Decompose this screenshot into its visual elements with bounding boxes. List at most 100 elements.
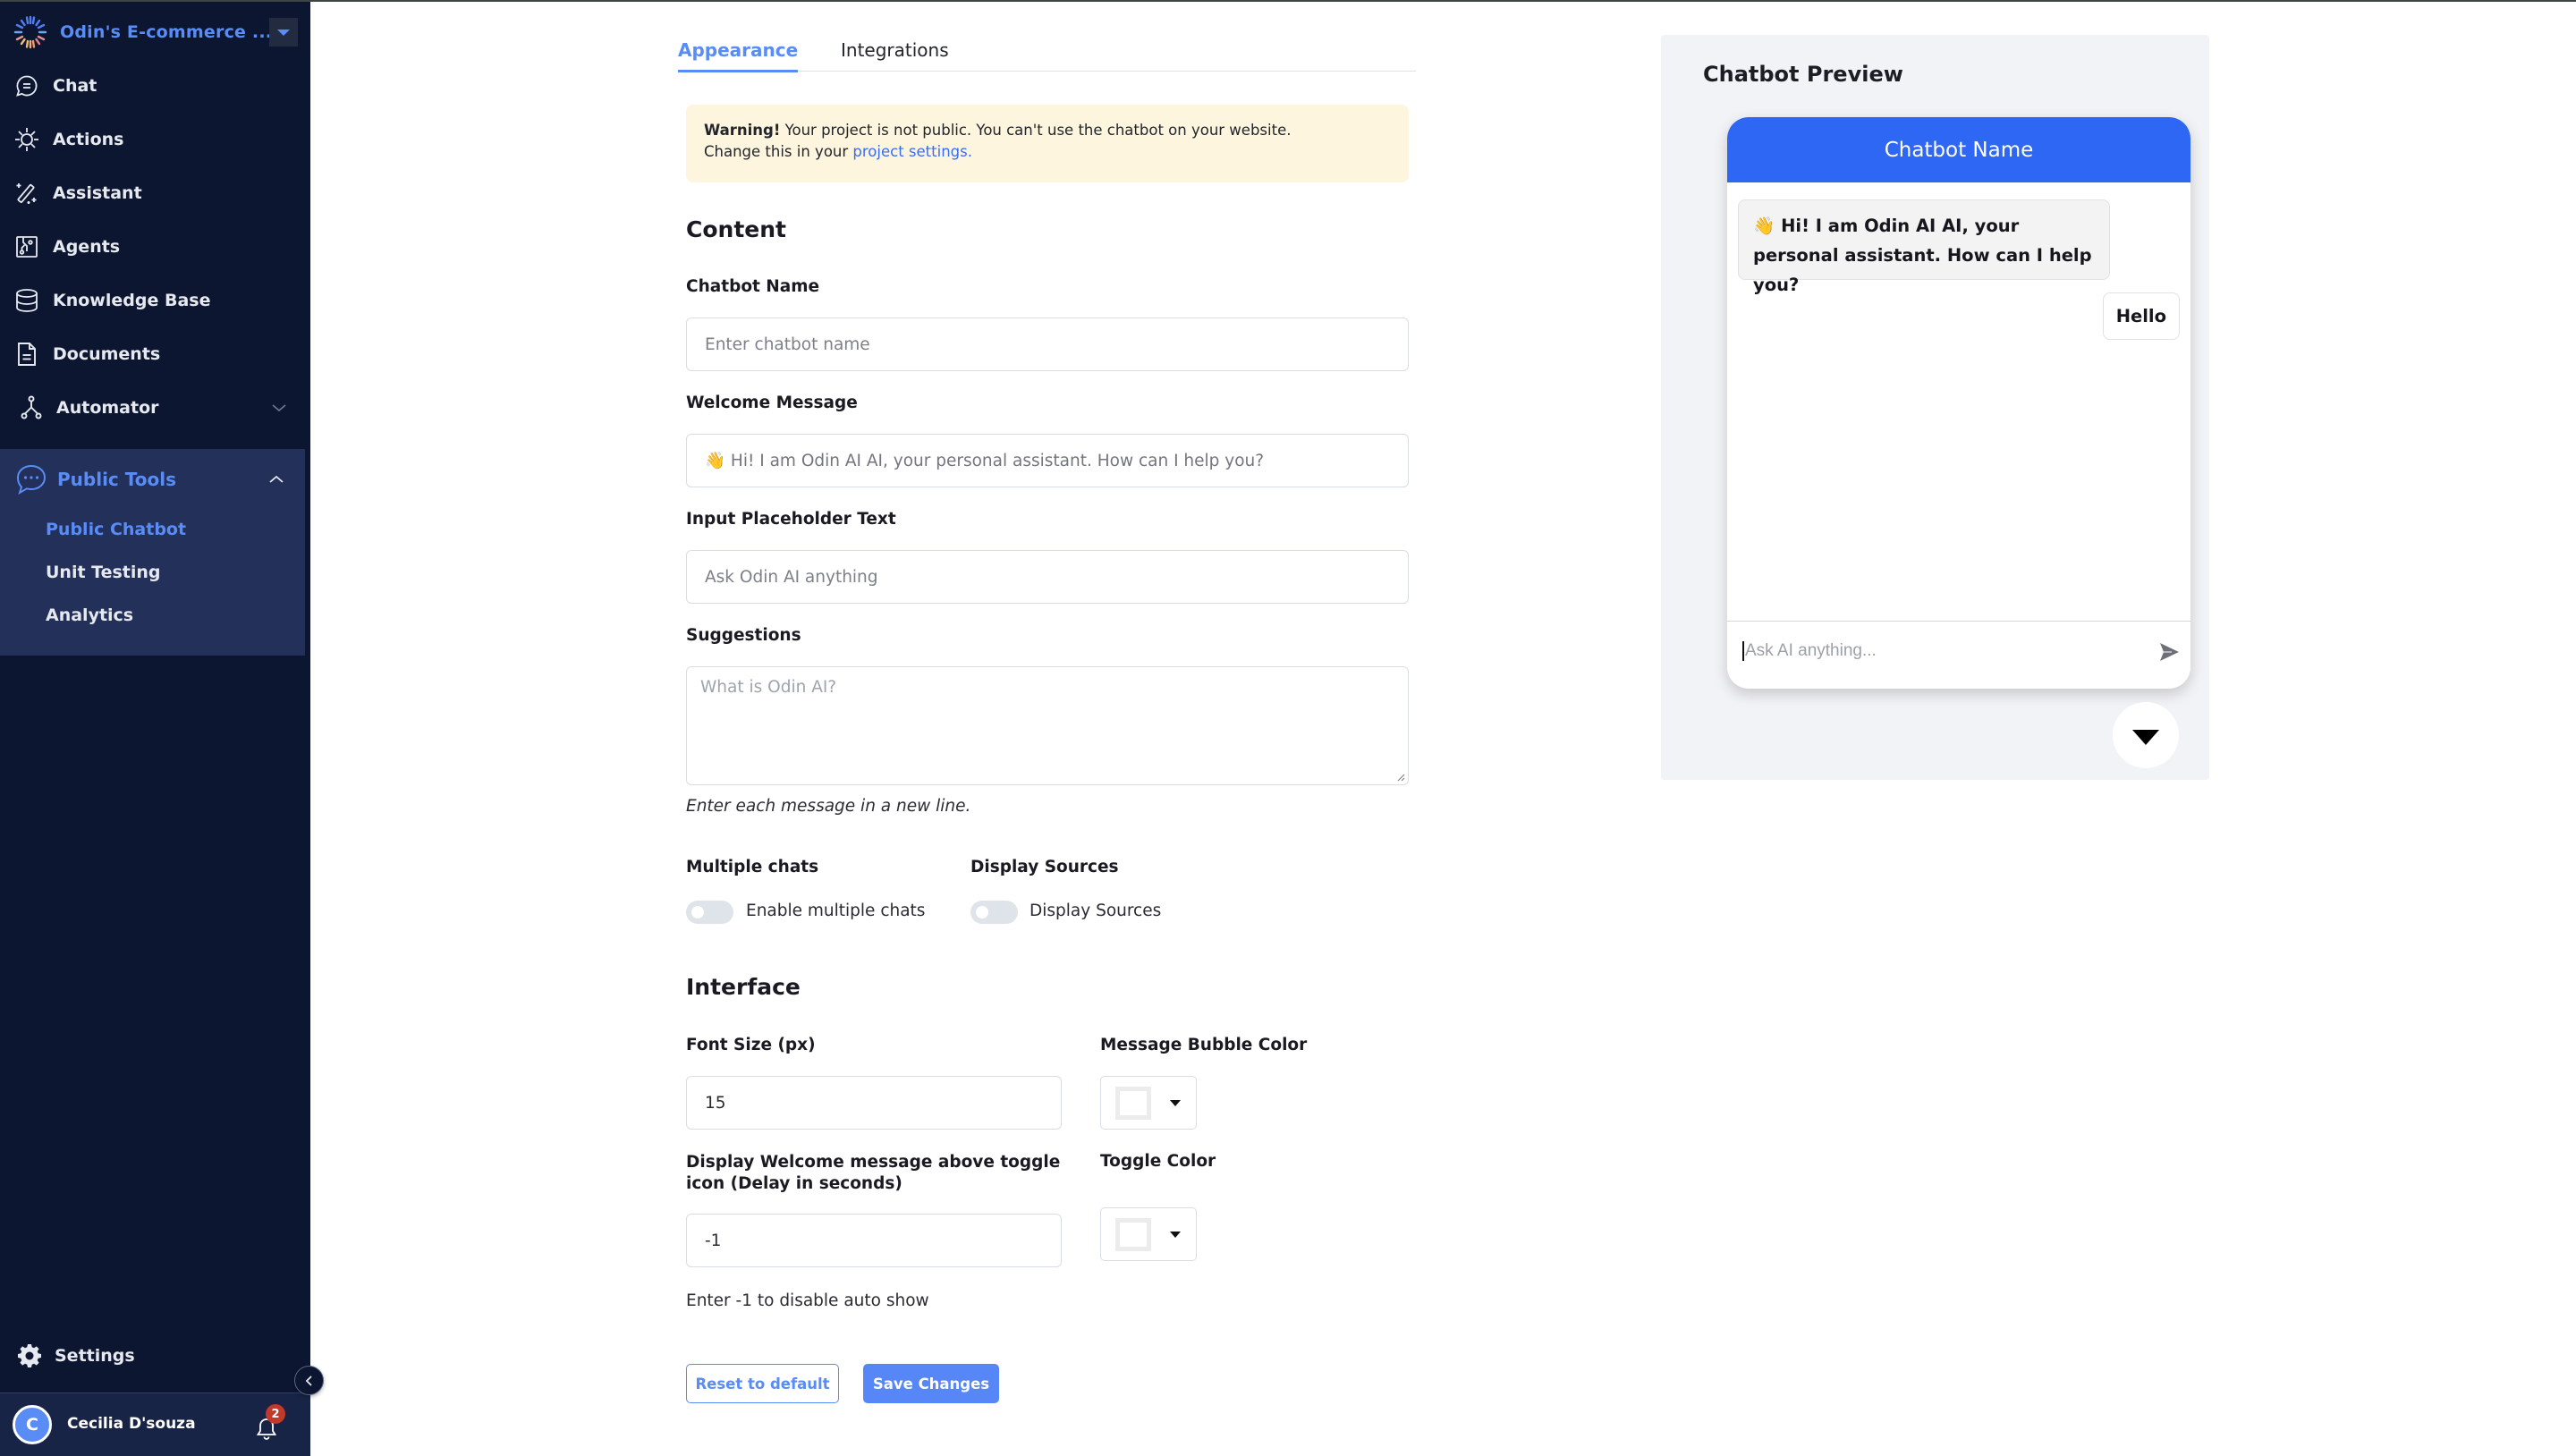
- display-sources-toggle-label: Display Sources: [1030, 902, 1162, 920]
- bot-message: 👋 Hi! I am Odin AI AI, your personal ass…: [1738, 199, 2110, 295]
- caret-down-icon: [277, 29, 290, 36]
- flow-branch-icon: [18, 394, 45, 421]
- sidebar-item-knowledge-base[interactable]: Knowledge Base: [0, 279, 310, 322]
- notification-badge: 2: [266, 1404, 285, 1424]
- sidebar: Odin's E-commerce ... Chat Actions Assis…: [0, 2, 310, 1456]
- sidebar-item-label: Agents: [53, 237, 121, 257]
- chat-window: Chatbot Name 👋 Hi! I am Odin AI AI, your…: [1727, 117, 2190, 689]
- suggestions-hint: Enter each message in a new line.: [686, 797, 971, 816]
- chatbot-name-input[interactable]: Enter chatbot name: [686, 317, 1409, 371]
- multiple-chats-toggle-label: Enable multiple chats: [746, 902, 926, 920]
- send-icon[interactable]: [2157, 639, 2182, 665]
- sidebar-subitem-public-chatbot[interactable]: Public Chatbot: [46, 520, 186, 539]
- sidebar-item-automator[interactable]: Automator: [0, 386, 310, 429]
- welcome-delay-label: Display Welcome message above toggle ico…: [686, 1153, 1061, 1193]
- public-tools-section: Public Tools Public Chatbot Unit Testing…: [0, 449, 305, 656]
- input-placeholder-label: Input Placeholder Text: [686, 510, 896, 529]
- multiple-chats-label: Multiple chats: [686, 858, 819, 876]
- sidebar-item-settings[interactable]: Settings: [0, 1334, 310, 1377]
- sidebar-subitem-unit-testing[interactable]: Unit Testing: [46, 563, 161, 582]
- chat-input-placeholder: Ask AI anything...: [1745, 641, 1877, 660]
- sidebar-item-label: Automator: [56, 398, 159, 418]
- sidebar-item-documents[interactable]: Documents: [0, 333, 310, 376]
- sidebar-item-label: Chat: [53, 76, 97, 96]
- sidebar-item-chat[interactable]: Chat: [0, 64, 310, 107]
- suggestions-textarea[interactable]: What is Odin AI?: [686, 666, 1409, 785]
- chat-header: Chatbot Name: [1727, 117, 2190, 182]
- toggle-color-picker[interactable]: [1100, 1207, 1197, 1261]
- sidebar-item-actions[interactable]: Actions: [0, 118, 310, 161]
- content-heading: Content: [686, 216, 786, 242]
- sidebar-item-label: Assistant: [53, 183, 142, 203]
- collapse-sidebar-button[interactable]: [294, 1366, 324, 1395]
- tab-bar: Appearance Integrations: [678, 36, 1416, 72]
- suggestions-label: Suggestions: [686, 626, 801, 645]
- project-switcher[interactable]: Odin's E-commerce ...: [11, 13, 301, 52]
- sidebar-item-agents[interactable]: Agents: [0, 225, 310, 268]
- warning-text-line2: Change this in your: [704, 143, 853, 160]
- reset-to-default-button[interactable]: Reset to default: [686, 1364, 839, 1403]
- chatbot-name-label: Chatbot Name: [686, 277, 820, 296]
- odin-logo-icon: [13, 15, 47, 49]
- chat-bubble-icon: [13, 72, 40, 99]
- suggestions-placeholder: What is Odin AI?: [700, 678, 837, 697]
- chat-input[interactable]: Ask AI anything...: [1727, 621, 2190, 689]
- font-size-label: Font Size (px): [686, 1036, 816, 1054]
- sidebar-item-public-tools[interactable]: Public Tools: [0, 456, 305, 503]
- database-icon: [13, 287, 40, 314]
- chevron-left-icon: [305, 1375, 312, 1386]
- bubble-color-label: Message Bubble Color: [1100, 1036, 1308, 1054]
- avatar[interactable]: C: [13, 1405, 52, 1444]
- color-swatch: [1115, 1087, 1151, 1120]
- caret-down-icon: [1170, 1100, 1181, 1106]
- text-cursor: [1742, 641, 1744, 661]
- toggle-knob: [976, 906, 988, 918]
- welcome-message-label: Welcome Message: [686, 394, 858, 412]
- resize-handle-icon[interactable]: [1394, 771, 1405, 782]
- welcome-message-input[interactable]: 👋 Hi! I am Odin AI AI, your personal ass…: [686, 434, 1409, 487]
- toggle-knob: [691, 906, 704, 918]
- document-icon: [13, 341, 40, 368]
- window-top-border: [0, 0, 2576, 2]
- user-message: Hello: [2102, 292, 2180, 340]
- sidebar-item-label: Knowledge Base: [53, 291, 211, 310]
- sidebar-subitem-analytics[interactable]: Analytics: [46, 605, 133, 625]
- toggle-color-label: Toggle Color: [1100, 1152, 1216, 1171]
- chevron-up-icon: [269, 475, 284, 483]
- save-changes-button[interactable]: Save Changes: [863, 1364, 999, 1403]
- preview-title: Chatbot Preview: [1703, 62, 1903, 87]
- sidebar-item-assistant[interactable]: Assistant: [0, 172, 310, 215]
- chat-dots-icon: [16, 464, 47, 495]
- caret-down-icon: [1170, 1232, 1181, 1238]
- color-swatch: [1115, 1218, 1151, 1251]
- welcome-delay-hint: Enter -1 to disable auto show: [686, 1291, 929, 1310]
- user-profile[interactable]: C Cecilia D'souza 2: [0, 1393, 310, 1456]
- sun-gear-icon: [13, 126, 40, 153]
- input-placeholder-input[interactable]: Ask Odin AI anything: [686, 550, 1409, 604]
- project-settings-link[interactable]: project settings.: [852, 143, 972, 160]
- gear-icon: [18, 1344, 41, 1367]
- sidebar-item-label: Documents: [53, 344, 161, 364]
- display-sources-toggle[interactable]: [970, 901, 1018, 924]
- welcome-delay-input[interactable]: -1: [686, 1214, 1062, 1267]
- tab-appearance[interactable]: Appearance: [678, 39, 799, 72]
- caret-down-icon: [2132, 729, 2159, 745]
- multiple-chats-toggle[interactable]: [686, 901, 733, 924]
- font-size-input[interactable]: 15: [686, 1076, 1062, 1130]
- display-sources-label: Display Sources: [970, 858, 1119, 876]
- settings-label: Settings: [55, 1346, 135, 1366]
- user-name: Cecilia D'souza: [67, 1415, 196, 1433]
- circuit-board-icon: [13, 233, 40, 260]
- sidebar-item-label: Public Tools: [57, 469, 176, 490]
- warning-banner: Warning! Your project is not public. You…: [686, 105, 1409, 182]
- chevron-down-icon: [272, 404, 286, 412]
- warning-text: Your project is not public. You can't us…: [780, 122, 1292, 139]
- chat-toggle-button[interactable]: [2113, 702, 2179, 768]
- tab-integrations[interactable]: Integrations: [841, 39, 949, 70]
- chat-header-title: Chatbot Name: [1884, 138, 2034, 162]
- sidebar-item-label: Actions: [53, 130, 124, 149]
- warning-title: Warning!: [704, 122, 781, 139]
- bubble-color-picker[interactable]: [1100, 1076, 1197, 1130]
- interface-heading: Interface: [686, 974, 801, 1000]
- project-dropdown-button[interactable]: [269, 18, 298, 47]
